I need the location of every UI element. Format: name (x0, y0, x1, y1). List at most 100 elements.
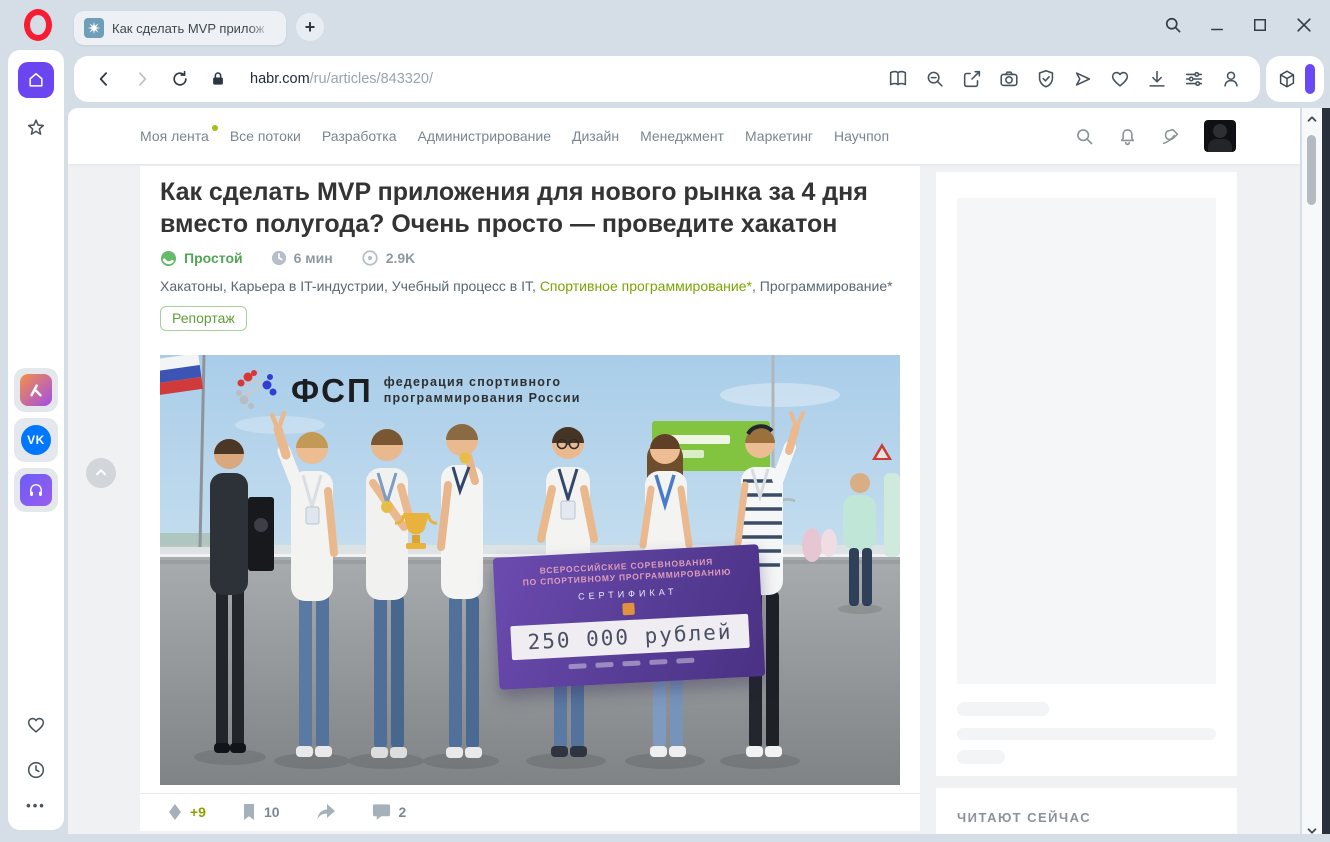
habr-nav-item[interactable]: Маркетинг (745, 128, 813, 144)
vote-button[interactable]: +9 (168, 803, 206, 821)
minimize-icon[interactable] (1208, 16, 1226, 34)
hub: Хакатоны, (160, 278, 231, 294)
views-count: 2.9K (361, 249, 415, 267)
url-path: /ru/articles/843320/ (309, 71, 433, 87)
difficulty-indicator: Простой (160, 250, 243, 267)
url-field[interactable]: habr.com/ru/articles/843320/ (250, 71, 433, 87)
page-scrollbar[interactable] (1302, 108, 1322, 842)
share-button[interactable] (316, 803, 336, 821)
scrollbar-up-icon[interactable] (1305, 112, 1319, 126)
sidebar-app-vk[interactable]: VK (14, 418, 58, 462)
format-badge[interactable]: Репортаж (160, 306, 247, 331)
extensions-panel (1266, 56, 1324, 102)
download-icon[interactable] (1146, 68, 1168, 90)
fsp-abbr: ФСП (291, 371, 373, 409)
habr-nav-item[interactable]: Разработка (322, 128, 397, 144)
habr-nav-item[interactable]: Все потоки (230, 128, 301, 144)
camera-icon[interactable] (998, 68, 1020, 90)
clock-icon (271, 250, 286, 266)
sidebar-heart-icon[interactable] (24, 713, 48, 737)
certificate-emblem (622, 602, 635, 616)
habr-nav-item[interactable]: Менеджмент (640, 128, 724, 144)
hub-link[interactable]: Хакатоны (160, 278, 223, 294)
hub-link[interactable]: Программирование* (760, 278, 893, 294)
hub-link[interactable]: Карьера в IT-индустрии (231, 278, 384, 294)
bookmark-icon (243, 804, 254, 820)
habr-favicon-icon (84, 18, 104, 38)
bookmark-button[interactable]: 10 (242, 803, 280, 821)
window-bottom-edge (0, 834, 1330, 842)
url-host: habr.com (250, 71, 310, 87)
lock-icon[interactable] (206, 67, 230, 91)
gradient-app-icon (20, 374, 52, 406)
hub-link[interactable]: Спортивное программирование* (540, 278, 752, 294)
reader-mode-icon[interactable] (887, 68, 909, 90)
window-search-icon[interactable] (1163, 15, 1183, 35)
browser-tab[interactable]: Как сделать MVP прилож (74, 11, 286, 45)
zoom-out-icon[interactable] (924, 68, 946, 90)
fsp-logo: ФСП федерация спортивного программирован… (234, 367, 581, 413)
prize-amount: 250 000 рублей (510, 613, 750, 661)
bookmarks-star-icon[interactable] (24, 116, 48, 140)
sidebar-more-icon[interactable]: ••• (26, 798, 46, 813)
opera-logo-icon[interactable] (24, 9, 52, 41)
forward-icon[interactable] (130, 67, 154, 91)
article-hubs: Хакатоны, Карьера в IT-индустрии, Учебны… (160, 278, 900, 298)
comment-icon (372, 804, 390, 820)
bell-icon[interactable] (1117, 126, 1138, 147)
window-controls (1163, 0, 1314, 50)
hub: Карьера в IT-индустрии, (230, 278, 392, 294)
hub-link[interactable]: Учебный процесс в IT (392, 278, 532, 294)
share-icon (316, 804, 335, 819)
headphones-icon (20, 474, 52, 506)
history-clock-icon[interactable] (24, 758, 48, 782)
settings-sliders-icon[interactable] (1183, 68, 1205, 90)
shield-check-icon[interactable] (1035, 68, 1057, 90)
article-meta: Простой 6 мин 2.9K (160, 248, 900, 268)
fsp-caption: федерация спортивного программирования Р… (383, 375, 581, 405)
habr-nav-item[interactable]: Научпоп (834, 128, 889, 144)
search-icon[interactable] (1074, 126, 1095, 147)
browser-update-pill[interactable] (1304, 64, 1315, 94)
window-right-edge (1322, 108, 1330, 842)
new-tab-button[interactable]: + (296, 13, 324, 41)
rating-icon (169, 804, 181, 820)
send-to-device-icon[interactable] (1072, 68, 1094, 90)
habr-nav: Моя лента Все потоки Разработка Админист… (140, 108, 889, 164)
scroll-to-top-button[interactable] (86, 458, 116, 488)
opera-sidebar: VK ••• (8, 50, 64, 830)
vk-icon: VK (21, 425, 51, 455)
skeleton-line (957, 750, 1005, 764)
habr-nav-item[interactable]: Дизайн (572, 128, 619, 144)
article-stats-bar: +9 10 2 (140, 793, 920, 831)
user-avatar[interactable] (1204, 120, 1236, 152)
reading-now-title: ЧИТАЮТ СЕЙЧАС (957, 810, 1092, 825)
back-icon[interactable] (92, 67, 116, 91)
write-pen-icon[interactable] (1160, 125, 1182, 147)
heart-icon[interactable] (1109, 68, 1131, 90)
article-card: Как сделать MVP приложения для нового ры… (140, 166, 920, 831)
hub: Программирование* (760, 278, 893, 294)
address-bar[interactable]: habr.com/ru/articles/843320/ (74, 56, 1260, 102)
difficulty-icon (160, 250, 177, 266)
sidebar-home-button[interactable] (18, 62, 54, 98)
prize-certificate: ВСЕРОССИЙСКИЕ СОРЕВНОВАНИЯ ПО СПОРТИВНОМ… (492, 544, 766, 690)
article-cover-photo: ФСП федерация спортивного программирован… (160, 355, 900, 785)
reload-icon[interactable] (168, 67, 192, 91)
sidebar-app-gradient[interactable] (14, 368, 58, 412)
unread-dot (211, 125, 218, 131)
close-icon[interactable] (1294, 15, 1314, 35)
profile-icon[interactable] (1220, 68, 1242, 90)
extension-cube-icon[interactable] (1276, 68, 1298, 90)
scrollbar-thumb[interactable] (1307, 135, 1316, 205)
road-warning-sign (872, 443, 892, 460)
snapshot-icon[interactable] (961, 68, 983, 90)
habr-header-actions (1074, 108, 1236, 164)
sidebar-app-music[interactable] (14, 468, 58, 512)
eye-icon (362, 250, 378, 266)
maximize-icon[interactable] (1251, 16, 1269, 34)
comments-button[interactable]: 2 (372, 803, 406, 821)
habr-nav-item[interactable]: Администрирование (418, 128, 552, 144)
tab-title-fade (248, 15, 278, 41)
habr-nav-item[interactable]: Моя лента (140, 125, 218, 144)
